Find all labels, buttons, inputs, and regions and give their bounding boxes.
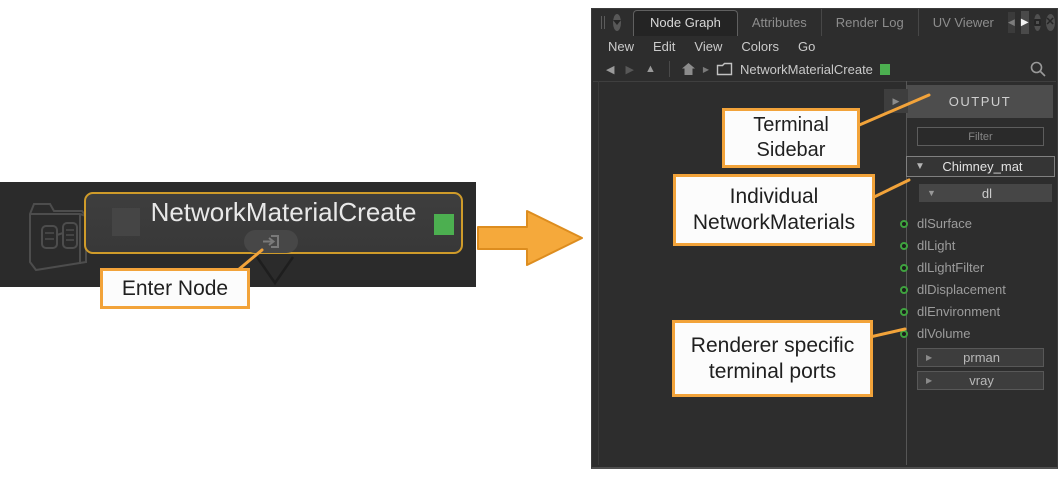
tab-uv-viewer[interactable]: UV Viewer (918, 9, 1008, 36)
callout-text: terminal ports (709, 359, 836, 385)
terminal-port-dlsurface[interactable]: dlSurface (906, 213, 1056, 234)
menu-new[interactable]: New (608, 39, 634, 54)
port-dot-icon[interactable] (900, 330, 908, 338)
renderer-label: vray (932, 373, 1031, 388)
port-label: dlLight (917, 238, 955, 253)
material-group-header[interactable]: ▼ Chimney_mat (906, 156, 1055, 177)
search-icon[interactable] (1029, 60, 1047, 78)
menu-bar: New Edit View Colors Go (592, 36, 1057, 57)
port-label: dlLightFilter (917, 260, 984, 275)
history-back-button[interactable]: ◀ (606, 63, 614, 76)
port-dot-icon[interactable] (900, 220, 908, 228)
callout-enter-node: Enter Node (100, 268, 250, 309)
group-folder-icon (716, 62, 733, 76)
callout-text: Sidebar (757, 138, 826, 163)
menu-view[interactable]: View (694, 39, 722, 54)
sidebar-output-header: OUTPUT (907, 85, 1053, 118)
breadcrumb-location[interactable]: NetworkMaterialCreate (740, 62, 873, 77)
callout-text: NetworkMaterials (693, 210, 855, 236)
terminal-port-dlvolume[interactable]: dlVolume (906, 323, 1056, 344)
sidebar-collapse-button[interactable]: ▶ (884, 89, 908, 113)
renderer-vray-header[interactable]: ▶ vray (917, 371, 1044, 390)
canvas-left-border (598, 81, 599, 465)
breadcrumb: ◀ ▶ ▲ ▶ NetworkMaterialCreate (592, 57, 1057, 81)
tab-attributes[interactable]: Attributes (738, 9, 821, 36)
breadcrumb-divider (669, 61, 670, 77)
renderer-group-label: dl (936, 186, 1038, 201)
tab-bar: Node Graph Attributes Render Log UV View… (592, 9, 1057, 36)
renderer-group-header[interactable]: ▼ dl (919, 184, 1052, 202)
close-panel-button[interactable]: ✕ (1046, 14, 1055, 31)
port-label: dlEnvironment (917, 304, 1000, 319)
tab-node-graph[interactable]: Node Graph (633, 10, 738, 36)
callout-text: Individual (730, 184, 819, 210)
node-output-chevron-icon (255, 255, 295, 287)
menu-colors[interactable]: Colors (741, 39, 779, 54)
port-label: dlVolume (917, 326, 970, 341)
chevron-down-icon (613, 20, 621, 25)
terminal-port-dlenvironment[interactable]: dlEnvironment (906, 301, 1056, 322)
tab-scroll-right-button[interactable]: ▶ (1021, 11, 1029, 34)
callout-text: Renderer specific (691, 333, 854, 359)
location-status-badge (880, 64, 890, 75)
port-dot-icon[interactable] (900, 242, 908, 250)
callout-text: Enter Node (122, 276, 228, 302)
node-title: NetworkMaterialCreate (126, 197, 441, 228)
tab-render-log[interactable]: Render Log (821, 9, 918, 36)
menu-edit[interactable]: Edit (653, 39, 675, 54)
tab-scroll-left-button[interactable]: ◀ (1008, 12, 1015, 33)
maximize-panel-button[interactable] (1034, 14, 1041, 31)
renderer-prman-header[interactable]: ▶ prman (917, 348, 1044, 367)
breadcrumb-chevron-icon: ▶ (703, 65, 709, 74)
callout-text: Terminal (753, 113, 829, 138)
port-dot-icon[interactable] (900, 264, 908, 272)
panel-menu-button[interactable] (613, 14, 621, 31)
triangle-expanded-icon: ▼ (915, 161, 925, 172)
triangle-expanded-icon: ▼ (927, 188, 936, 198)
menu-go[interactable]: Go (798, 39, 815, 54)
close-icon: ✕ (1046, 17, 1055, 28)
transition-arrow (476, 206, 586, 268)
network-material-create-node[interactable]: NetworkMaterialCreate (84, 192, 463, 254)
enter-node-button[interactable] (244, 230, 298, 253)
figure-canvas: NetworkMaterialCreate Node Graph Attribu… (0, 0, 1064, 483)
go-up-button[interactable]: ▲ (645, 63, 656, 75)
callout-renderer-specific-ports: Renderer specific terminal ports (672, 320, 873, 397)
terminal-port-dllight[interactable]: dlLight (906, 235, 1056, 256)
enter-node-icon (261, 234, 281, 249)
port-dot-icon[interactable] (900, 286, 908, 294)
callout-individual-networkmaterials: Individual NetworkMaterials (673, 174, 875, 246)
node-status-square (434, 214, 454, 235)
history-forward-button[interactable]: ▶ (625, 63, 633, 76)
port-label: dlDisplacement (917, 282, 1006, 297)
terminal-port-dllightfilter[interactable]: dlLightFilter (906, 257, 1056, 278)
panel-drag-handle[interactable] (601, 16, 605, 29)
canvas-top-border (593, 81, 1056, 82)
maximize-icon (1034, 19, 1041, 26)
callout-terminal-sidebar: Terminal Sidebar (722, 108, 860, 168)
home-icon[interactable] (681, 62, 696, 76)
renderer-label: prman (932, 350, 1031, 365)
material-group-label: Chimney_mat (925, 159, 1040, 174)
terminal-port-dldisplacement[interactable]: dlDisplacement (906, 279, 1056, 300)
port-dot-icon[interactable] (900, 308, 908, 316)
sidebar-filter-input[interactable] (917, 127, 1044, 146)
port-label: dlSurface (917, 216, 972, 231)
